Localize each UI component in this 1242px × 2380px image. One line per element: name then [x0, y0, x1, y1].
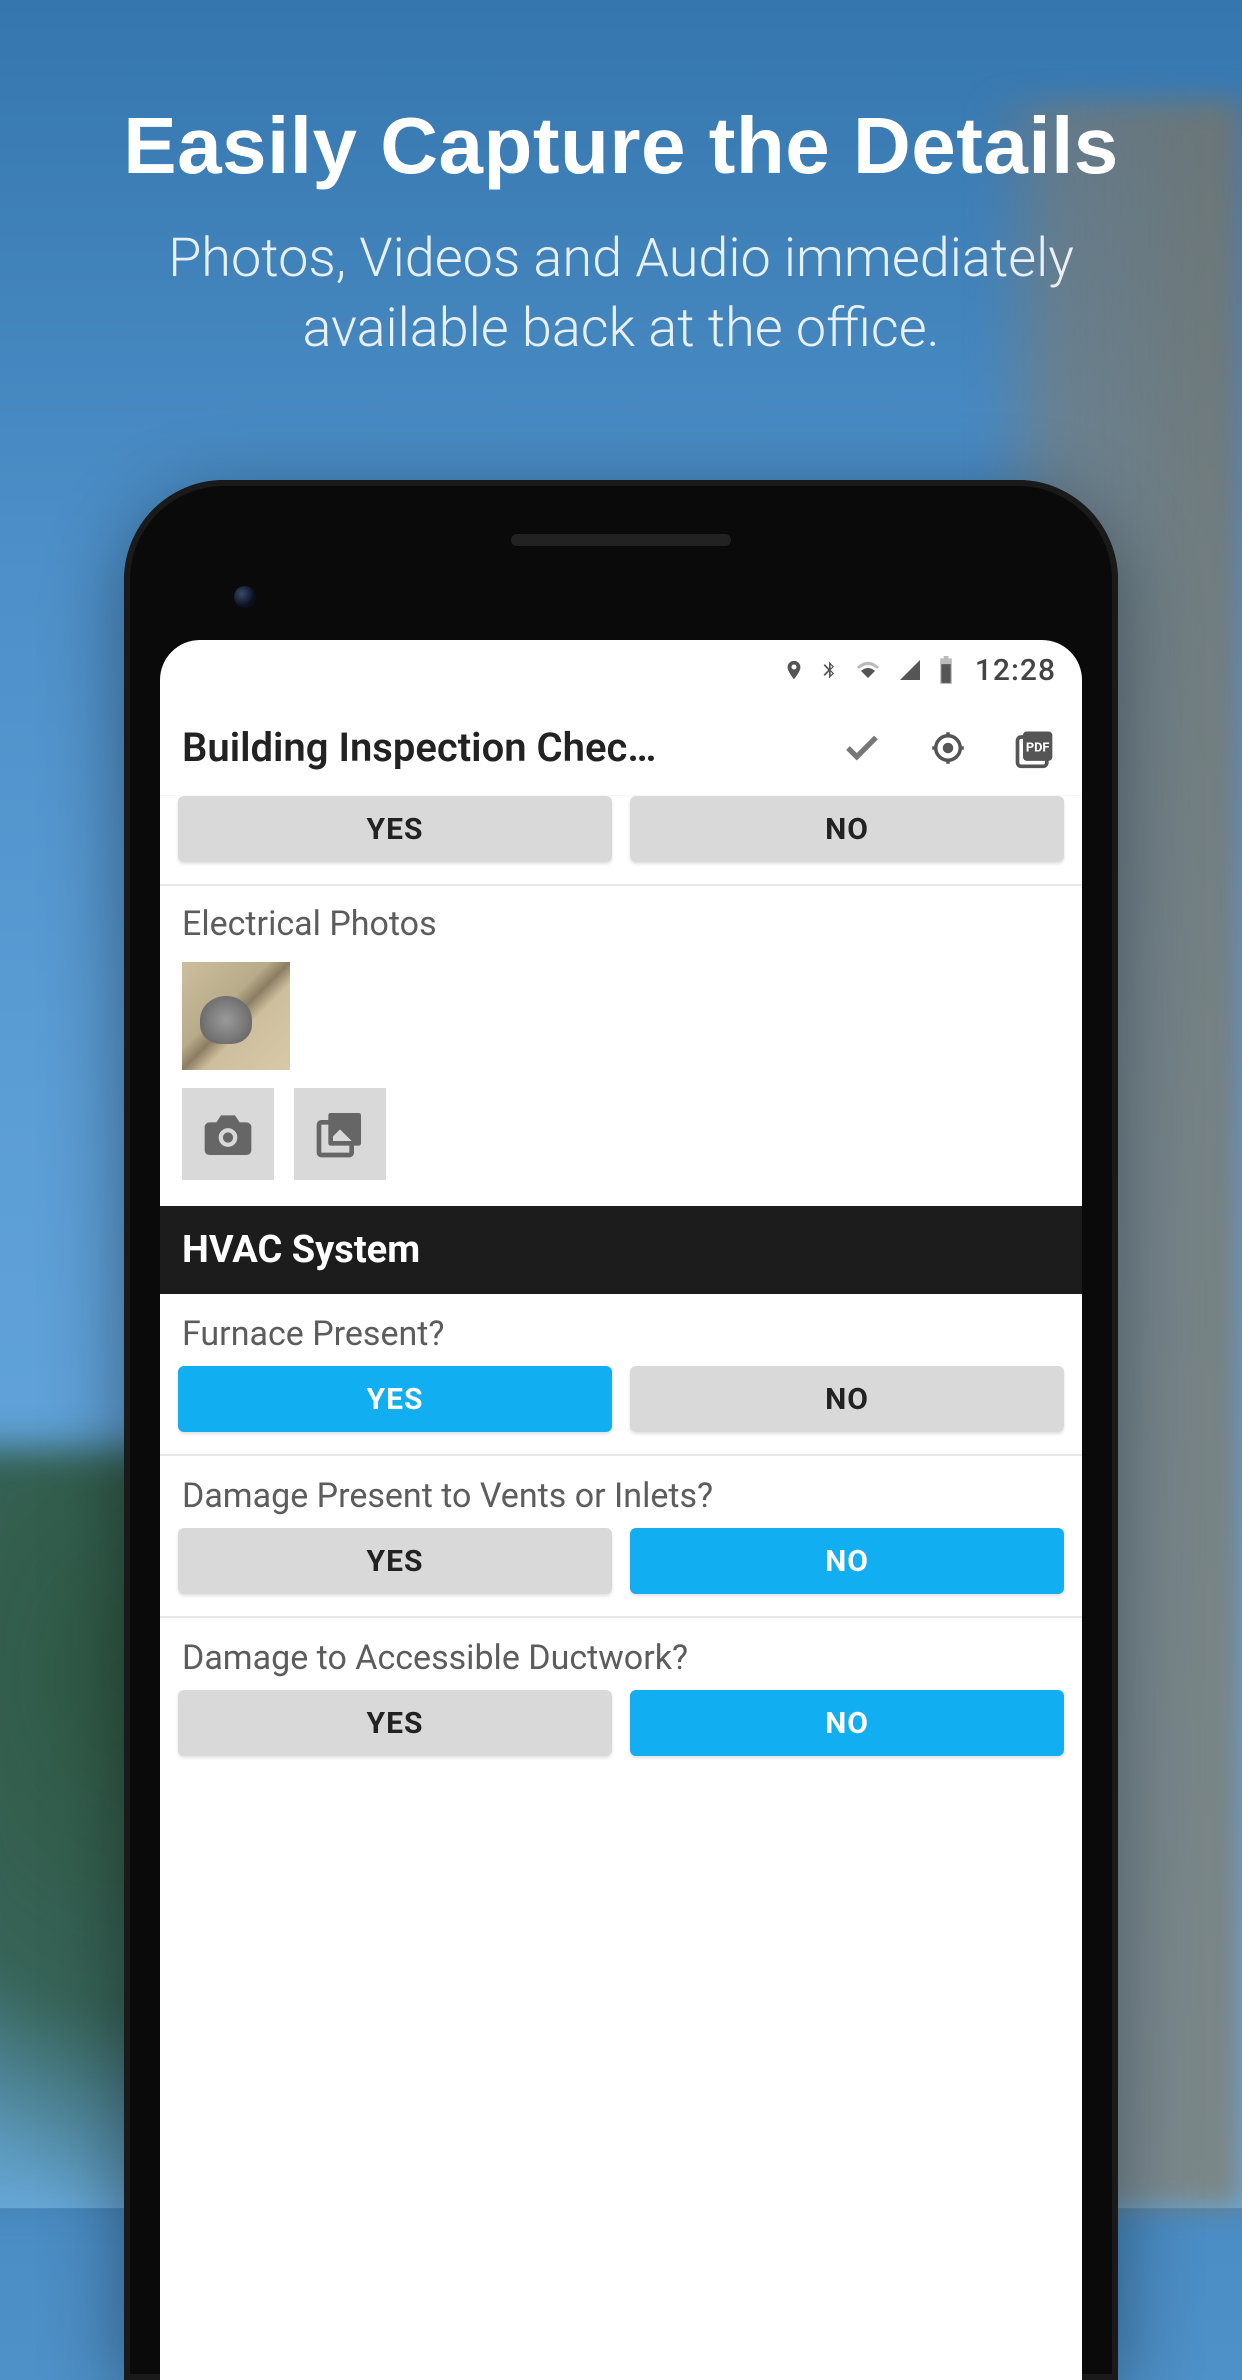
app-bar: Building Inspection Chec… PDF [160, 700, 1082, 796]
target-location-icon[interactable] [926, 726, 970, 770]
phone-speaker [511, 534, 731, 546]
camera-button[interactable] [182, 1088, 274, 1180]
battery-icon [937, 656, 955, 684]
question-ductwork-damage: Damage to Accessible Ductwork? [160, 1618, 1082, 1690]
no-button[interactable]: NO [630, 1528, 1064, 1594]
yes-button[interactable]: YES [178, 796, 612, 862]
question-furnace-present: Furnace Present? [160, 1294, 1082, 1366]
yes-button[interactable]: YES [178, 1366, 612, 1432]
hero-subtitle-line2: available back at the office. [302, 297, 939, 360]
electrical-photos-label: Electrical Photos [160, 886, 1082, 956]
yes-no-row-top: YES NO [160, 796, 1082, 884]
hero-subtitle-line1: Photos, Videos and Audio immediately [168, 227, 1074, 290]
wifi-icon [853, 658, 883, 682]
photo-thumbnail[interactable] [182, 962, 290, 1070]
gallery-button[interactable] [294, 1088, 386, 1180]
yes-no-row-vents: YES NO [160, 1528, 1082, 1616]
checkmark-icon[interactable] [840, 726, 884, 770]
hvac-section-header: HVAC System [160, 1206, 1082, 1294]
app-bar-actions: PDF [840, 726, 1064, 770]
svg-text:PDF: PDF [1026, 740, 1050, 755]
hero-subtitle: Photos, Videos and Audio immediately ava… [0, 224, 1242, 364]
content: YES NO Electrical Photos HVAC System Fur… [160, 796, 1082, 1778]
no-button[interactable]: NO [630, 1366, 1064, 1432]
phone-frame: 12:28 Building Inspection Chec… PDF YES … [124, 480, 1118, 2380]
no-button[interactable]: NO [630, 1690, 1064, 1756]
yes-button[interactable]: YES [178, 1528, 612, 1594]
app-title: Building Inspection Chec… [182, 724, 840, 771]
yes-button[interactable]: YES [178, 1690, 612, 1756]
pdf-icon[interactable]: PDF [1012, 726, 1056, 770]
cellular-icon [897, 658, 923, 682]
hero: Easily Capture the Details Photos, Video… [0, 0, 1242, 364]
question-vents-damage: Damage Present to Vents or Inlets? [160, 1456, 1082, 1528]
status-time: 12:28 [975, 653, 1056, 688]
photo-actions [160, 1088, 1082, 1206]
phone-screen: 12:28 Building Inspection Chec… PDF YES … [160, 640, 1082, 2380]
no-button[interactable]: NO [630, 796, 1064, 862]
yes-no-row-ductwork: YES NO [160, 1690, 1082, 1778]
yes-no-row-furnace: YES NO [160, 1366, 1082, 1454]
location-icon [783, 655, 805, 685]
bluetooth-icon [819, 655, 839, 685]
hero-title: Easily Capture the Details [0, 100, 1242, 192]
status-bar: 12:28 [160, 640, 1082, 700]
phone-camera [234, 586, 256, 608]
